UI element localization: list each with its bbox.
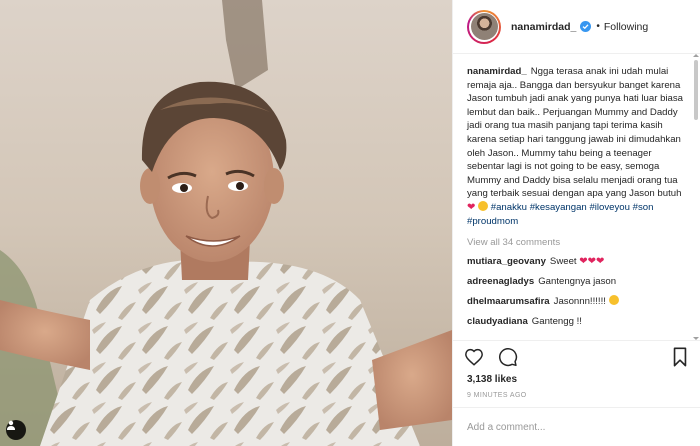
action-bar [453, 340, 700, 372]
bookmark-icon [673, 347, 687, 366]
like-button[interactable] [463, 346, 485, 368]
avatar[interactable] [467, 9, 501, 44]
comment-icon [499, 347, 518, 366]
view-all-comments-link[interactable]: View all 34 comments [467, 237, 687, 248]
post-header: nanamirdad_ • Following [453, 0, 700, 54]
post-photo[interactable] [0, 0, 452, 446]
instagram-post-modal: nanamirdad_ • Following nanamirdad_ Ngga … [0, 0, 700, 446]
user-tag-icon[interactable] [6, 420, 26, 440]
avatar-image [470, 13, 498, 40]
smiley-emoji-icon [478, 200, 489, 211]
scroll-thumb[interactable] [694, 60, 698, 120]
comment-item: dhelmaarumsafira Jasonnn!!!!!! [467, 295, 687, 308]
comments-section[interactable]: nanamirdad_ Ngga terasa anak ini udah mul… [453, 54, 700, 338]
hashtag-link[interactable]: #proudmom [467, 216, 518, 227]
following-button[interactable]: Following [604, 21, 648, 33]
comment-text: Gantengg !! [531, 316, 582, 328]
comment-item: adreenagladys Gantengnya jason [467, 275, 687, 288]
comment-text: Gantengnya jason [538, 276, 617, 288]
save-button[interactable] [669, 346, 691, 368]
caption-username[interactable]: nanamirdad_ [467, 66, 527, 77]
add-comment-bar [453, 407, 700, 446]
verified-icon [580, 21, 592, 32]
post-sidebar: nanamirdad_ • Following nanamirdad_ Ngga … [452, 0, 700, 446]
comment-item: mutiara_geovany Sweet ❤❤❤ [467, 255, 687, 268]
hashtag-link[interactable]: #son [633, 202, 654, 213]
comment-username[interactable]: mutiara_geovany [467, 256, 546, 267]
comment-item: claudyadiana Gantengg !! [467, 315, 687, 328]
hashtag-link[interactable]: #kesayangan [530, 202, 587, 213]
separator-dot: • [596, 21, 600, 32]
comment-text: Sweet [549, 256, 577, 268]
comments-scrollbar[interactable] [693, 54, 699, 340]
comment-button[interactable] [497, 346, 519, 368]
smiley-emoji-icon [608, 295, 619, 306]
likes-count[interactable]: 3,138 likes [467, 374, 517, 385]
comment-text: Jasonnn!!!!!! [553, 296, 606, 308]
avatar-border [469, 11, 499, 42]
heart-emoji-icon: ❤ [467, 201, 476, 213]
comment-username[interactable]: adreenagladys [467, 276, 534, 287]
comment-username[interactable]: dhelmaarumsafira [467, 296, 550, 307]
scroll-up-arrow-icon[interactable] [693, 54, 699, 57]
caption-text: Ngga terasa anak ini udah mulai remaja a… [467, 66, 684, 200]
caption: nanamirdad_ Ngga terasa anak ini udah mul… [467, 65, 687, 228]
add-comment-input[interactable] [467, 421, 687, 433]
header-username[interactable]: nanamirdad_ [511, 21, 576, 33]
heart-outline-icon [465, 348, 483, 366]
post-timestamp: 9 MINUTES AGO [467, 392, 527, 399]
hashtag-link[interactable]: #iloveyou [589, 202, 630, 213]
hashtag-link[interactable]: #anakku [491, 202, 527, 213]
comment-username[interactable]: claudyadiana [467, 316, 528, 327]
heart-emoji-icon: ❤❤❤ [579, 256, 605, 268]
photo-illustration [0, 0, 452, 446]
